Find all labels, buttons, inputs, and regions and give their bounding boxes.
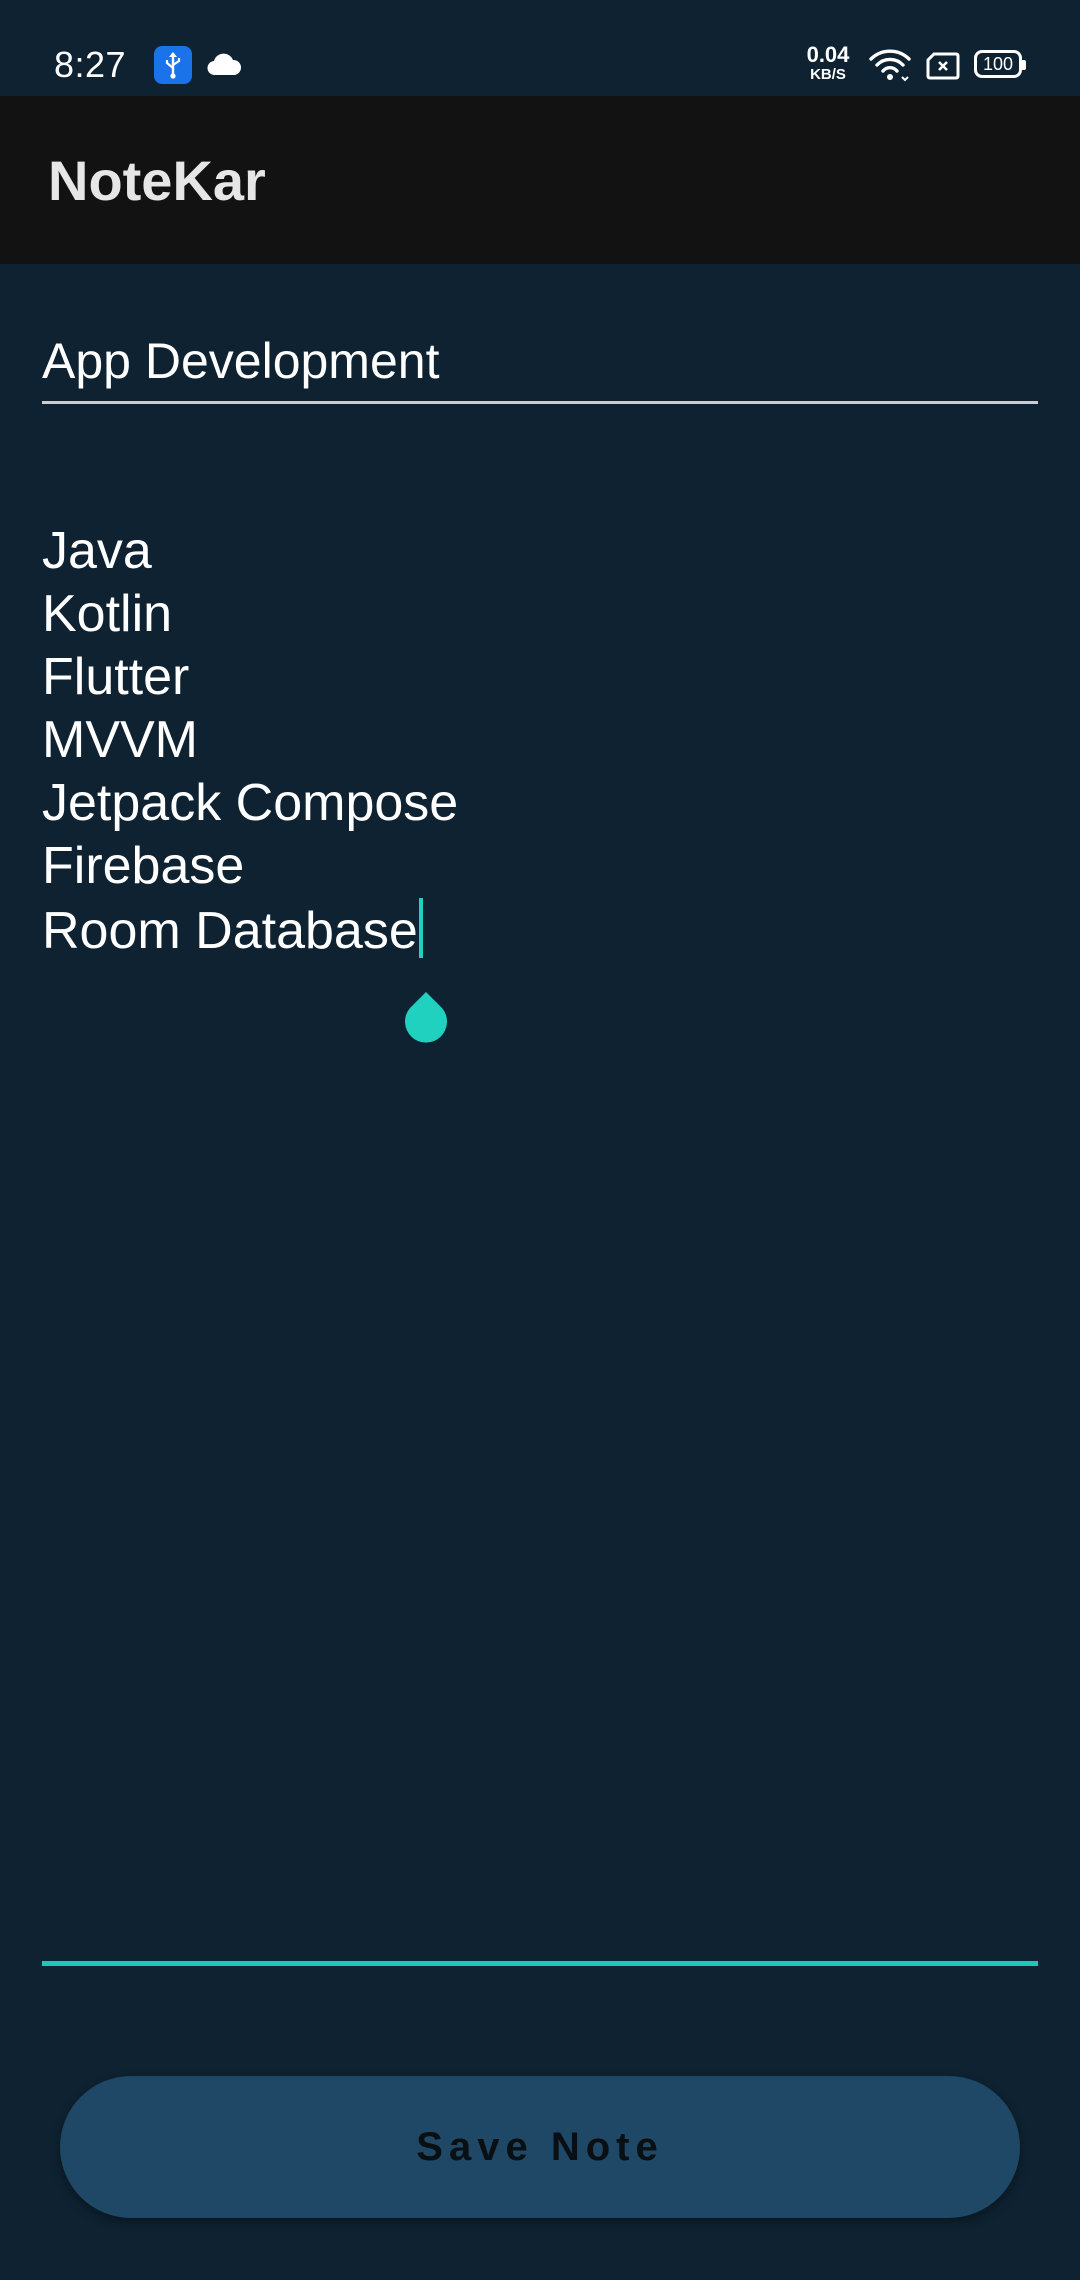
note-title-value: App Development bbox=[42, 333, 440, 389]
app-title: NoteKar bbox=[48, 149, 266, 212]
wifi-icon bbox=[868, 46, 912, 84]
note-body-line: Jetpack Compose bbox=[42, 774, 459, 832]
note-body-text: Java Kotlin Flutter MVVM Jetpack Compose… bbox=[42, 520, 458, 963]
usb-debug-icon bbox=[154, 46, 192, 84]
note-body-line-text: Room Database bbox=[42, 902, 418, 960]
sim-icon bbox=[926, 52, 960, 80]
network-speed: 0.04 KB/S bbox=[800, 42, 856, 83]
note-title-input[interactable]: App Development bbox=[42, 316, 1038, 404]
note-body-line: Java bbox=[42, 522, 152, 580]
status-time: 8:27 bbox=[54, 44, 127, 85]
network-speed-unit: KB/S bbox=[810, 66, 846, 83]
cursor-handle-icon[interactable] bbox=[396, 972, 456, 1062]
save-note-button[interactable]: Save Note bbox=[60, 2076, 1020, 2218]
battery-icon: 100 bbox=[974, 50, 1026, 78]
text-caret bbox=[418, 898, 423, 958]
note-body-line: MVVM bbox=[42, 711, 198, 769]
note-body-line: Firebase bbox=[42, 837, 245, 895]
battery-level: 100 bbox=[982, 53, 1014, 74]
note-body-line-last: Room Database bbox=[42, 898, 458, 963]
app-bar: NoteKar bbox=[0, 96, 1080, 264]
note-body-input[interactable]: Java Kotlin Flutter MVVM Jetpack Compose… bbox=[42, 520, 1038, 1966]
network-speed-value: 0.04 bbox=[806, 42, 850, 67]
note-body-line: Flutter bbox=[42, 648, 190, 706]
note-body-line: Kotlin bbox=[42, 585, 173, 643]
status-bar: 8:27 0.04 KB/S 100 bbox=[0, 0, 1080, 96]
cloud-icon bbox=[206, 52, 242, 78]
